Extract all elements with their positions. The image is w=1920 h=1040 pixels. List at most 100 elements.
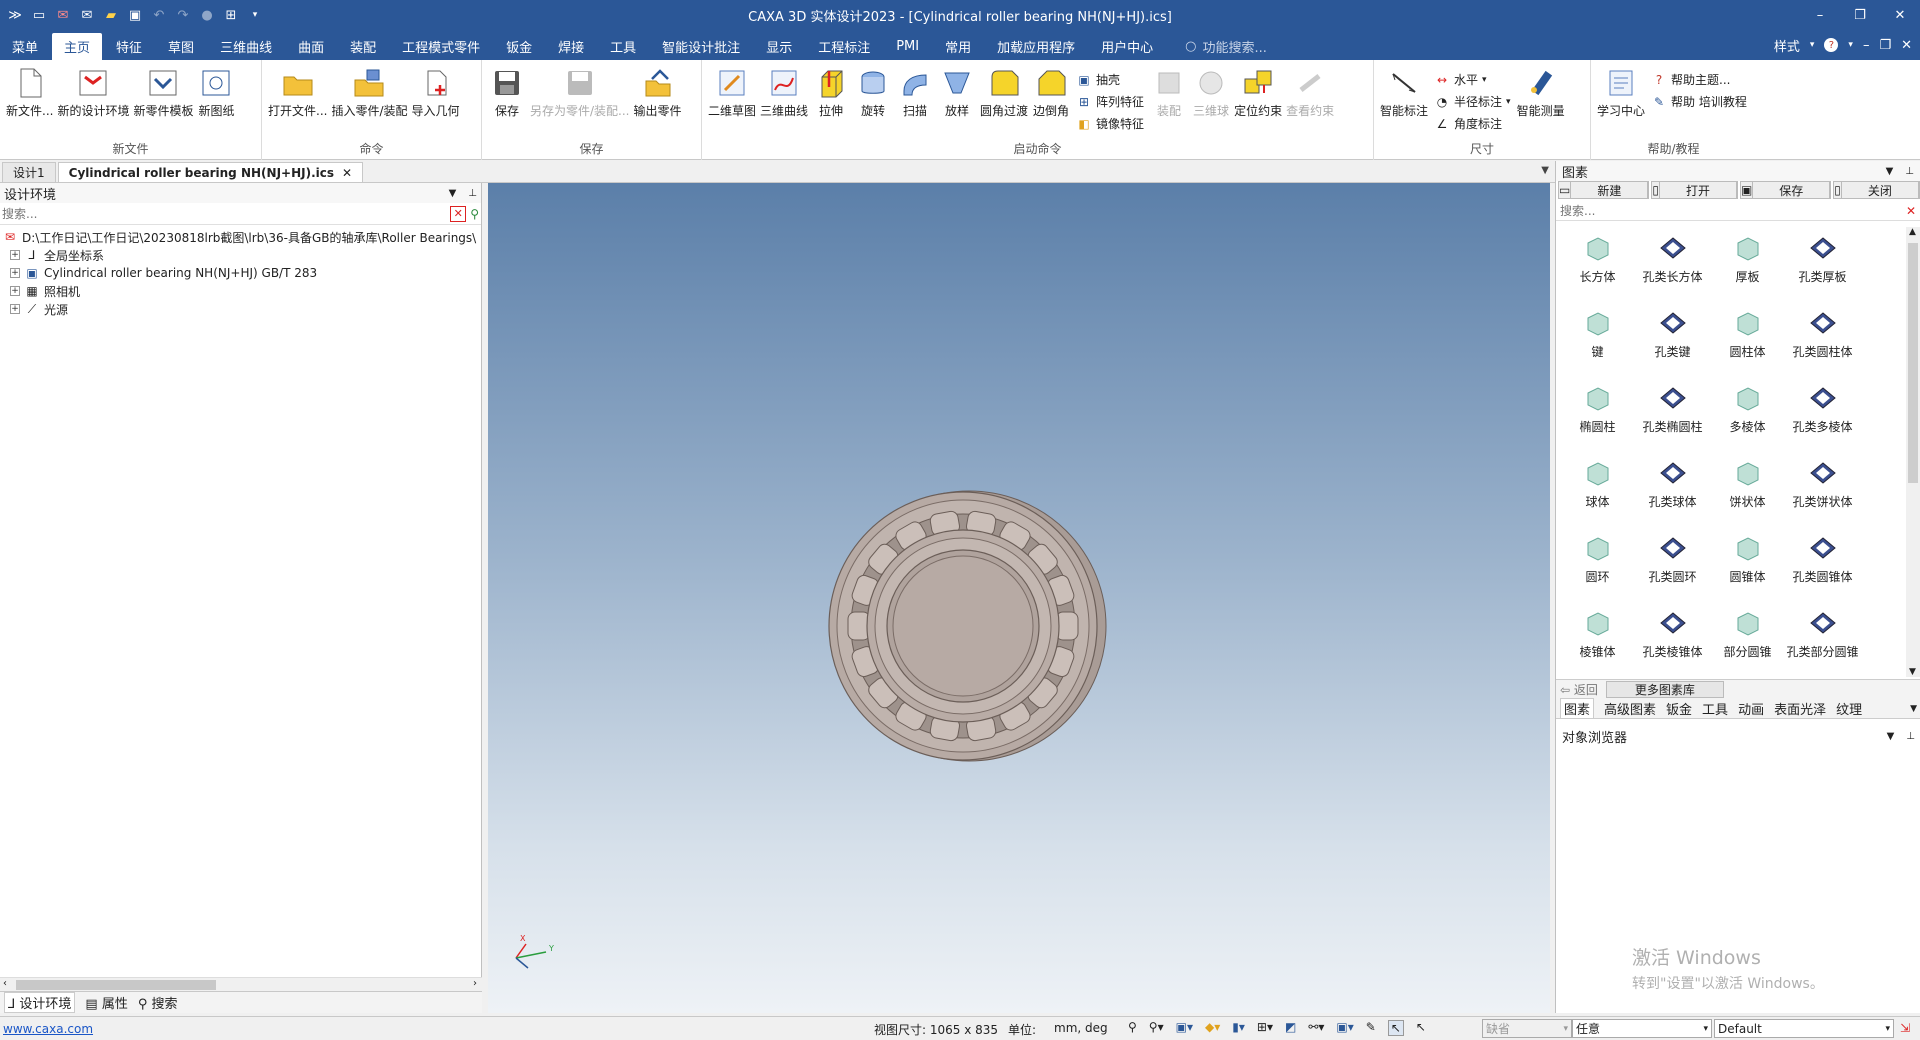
save-icon[interactable]: ▣ bbox=[126, 6, 144, 24]
panel-dropdown-icon[interactable]: ▼ bbox=[1886, 166, 1894, 177]
scroll-up-icon[interactable]: ▲ bbox=[1909, 227, 1916, 237]
save-button[interactable]: 保存 bbox=[488, 66, 526, 119]
revolve-button[interactable]: 旋转 bbox=[854, 66, 892, 119]
fillet-button[interactable]: 圆角过渡 bbox=[980, 66, 1028, 119]
tab-welding[interactable]: 焊接 bbox=[546, 32, 596, 60]
shape-item[interactable]: 棱锥体 bbox=[1560, 602, 1635, 677]
measure-tool-icon[interactable]: ✎ bbox=[1366, 1020, 1376, 1036]
shape-item[interactable]: 椭圆柱 bbox=[1560, 377, 1635, 452]
pointer-icon[interactable]: ↖ bbox=[1416, 1020, 1426, 1036]
shape-item[interactable]: 孔类多棱体 bbox=[1785, 377, 1860, 452]
training-tutorial-button[interactable]: ✎ 帮助 培训教程 bbox=[1651, 92, 1747, 111]
shape-item[interactable]: 孔类椭圆柱 bbox=[1635, 377, 1710, 452]
tab-tools[interactable]: 工具 bbox=[598, 32, 648, 60]
shape-item[interactable]: 孔类圆柱体 bbox=[1785, 302, 1860, 377]
shape-grid-scrollbar[interactable]: ▲ ▼ bbox=[1906, 227, 1920, 677]
extrude-button[interactable]: 拉伸 bbox=[812, 66, 850, 119]
shape-item[interactable]: 孔类部分圆锥 bbox=[1785, 602, 1860, 677]
restore-icon[interactable]: ❐ bbox=[1840, 0, 1880, 30]
new-part-template-button[interactable]: 新零件模板 bbox=[133, 66, 193, 119]
scroll-thumb[interactable] bbox=[1908, 243, 1918, 483]
tab-user-center[interactable]: 用户中心 bbox=[1089, 32, 1165, 60]
tab-engineering-dim[interactable]: 工程标注 bbox=[806, 32, 882, 60]
dropdown-icon[interactable]: ▾ bbox=[246, 6, 264, 24]
shape-item[interactable]: 孔类长方体 bbox=[1635, 227, 1710, 302]
redo-icon[interactable]: ↷ bbox=[174, 6, 192, 24]
tab-3d-curve[interactable]: 三维曲线 bbox=[208, 32, 284, 60]
shape-item[interactable]: 多棱体 bbox=[1710, 377, 1785, 452]
cat-tab-advanced[interactable]: 高级图素 bbox=[1604, 699, 1656, 718]
help-dropdown-icon[interactable]: ▾ bbox=[1848, 40, 1853, 50]
tab-display[interactable]: 显示 bbox=[754, 32, 804, 60]
chamfer-button[interactable]: 边倒角 bbox=[1032, 66, 1070, 119]
orient-icon[interactable]: ◩ bbox=[1285, 1020, 1296, 1036]
import-geometry-button[interactable]: 导入几何 bbox=[412, 66, 460, 119]
shape-item[interactable]: 孔类键 bbox=[1635, 302, 1710, 377]
minimize-icon[interactable]: – bbox=[1800, 0, 1840, 30]
help-topics-button[interactable]: ? 帮助主题... bbox=[1651, 70, 1747, 89]
open-red-icon[interactable]: ✉ bbox=[54, 6, 72, 24]
shell-button[interactable]: ▣ 抽壳 bbox=[1076, 70, 1144, 89]
style-dropdown[interactable]: Default ▾ bbox=[1714, 1019, 1894, 1038]
view-cube-icon[interactable]: ▣▾ bbox=[1176, 1020, 1193, 1036]
new-drawing-button[interactable]: 新图纸 bbox=[197, 66, 235, 119]
shape-item[interactable]: 长方体 bbox=[1560, 227, 1635, 302]
angle-dim-button[interactable]: ∠ 角度标注 bbox=[1434, 114, 1511, 133]
position-constraint-button[interactable]: 定位约束 bbox=[1234, 66, 1282, 119]
circle-icon[interactable]: ● bbox=[198, 6, 216, 24]
library-new-button[interactable]: ▭ 新建 bbox=[1558, 181, 1650, 199]
link-icon[interactable]: ⚯▾ bbox=[1308, 1020, 1324, 1036]
cat-tab-surface-gloss[interactable]: 表面光泽 bbox=[1774, 699, 1826, 718]
cat-tab-tools[interactable]: 工具 bbox=[1702, 699, 1728, 718]
grid-icon[interactable]: ⊞ bbox=[222, 6, 240, 24]
help-icon[interactable]: ? bbox=[1824, 38, 1839, 52]
save-as-part-button[interactable]: 另存为零件/装配... bbox=[530, 66, 630, 119]
scroll-right-icon[interactable]: › bbox=[473, 978, 477, 989]
doc-minimize-icon[interactable]: – bbox=[1863, 38, 1870, 53]
shape-item[interactable]: 圆锥体 bbox=[1710, 527, 1785, 602]
tab-home[interactable]: 主页 bbox=[52, 33, 103, 60]
library-save-button[interactable]: ▣ 保存 bbox=[1739, 181, 1832, 199]
more-libraries-button[interactable]: 更多图素库 bbox=[1605, 681, 1724, 698]
status-extra-icon[interactable]: ⇲ bbox=[1900, 1021, 1910, 1035]
new-icon[interactable]: ▭ bbox=[30, 6, 48, 24]
shape-item[interactable]: 孔类棱锥体 bbox=[1635, 602, 1710, 677]
close-icon[interactable]: ✕ bbox=[1880, 0, 1920, 30]
tab-design-env[interactable]: ⅃ 设计环境 bbox=[4, 992, 76, 1013]
back-button[interactable]: ⇦ 返回 bbox=[1560, 681, 1598, 698]
tab-engineering-part[interactable]: 工程模式零件 bbox=[390, 32, 492, 60]
tab-search[interactable]: ⚲ 搜索 bbox=[138, 993, 178, 1012]
learning-center-button[interactable]: 学习中心 bbox=[1597, 66, 1645, 119]
smart-measure-button[interactable]: 智能测量 bbox=[1517, 66, 1565, 119]
cat-tab-shapes[interactable]: 图素 bbox=[1560, 698, 1595, 719]
doc-restore-icon[interactable]: ❐ bbox=[1879, 38, 1891, 53]
scroll-left-icon[interactable]: ‹ bbox=[3, 978, 7, 989]
horizontal-dim-button[interactable]: ↔ 水平 ▾ bbox=[1434, 70, 1511, 89]
3d-ball-button[interactable]: 三维球 bbox=[1192, 66, 1230, 119]
new-design-env-button[interactable]: 新的设计环境 bbox=[57, 66, 129, 119]
3d-viewport[interactable]: X Y bbox=[488, 183, 1550, 1013]
scroll-down-icon[interactable]: ▼ bbox=[1909, 667, 1916, 677]
cat-tab-sheet-metal[interactable]: 钣金 bbox=[1666, 699, 1692, 718]
shape-item[interactable]: 饼状体 bbox=[1710, 452, 1785, 527]
tree-item-camera[interactable]: + ▦ 照相机 bbox=[2, 282, 479, 300]
filter-icon[interactable]: ⚲ bbox=[470, 207, 479, 221]
render-mode-icon[interactable]: ◆▾ bbox=[1205, 1020, 1220, 1036]
new-file-button[interactable]: 新文件... bbox=[6, 66, 53, 119]
function-search[interactable]: ○ 功能搜索... bbox=[1185, 32, 1267, 60]
tab-assembly[interactable]: 装配 bbox=[338, 32, 388, 60]
shape-item[interactable]: 部分圆锥 bbox=[1710, 602, 1785, 677]
filter-dropdown[interactable]: 任意 ▾ bbox=[1572, 1019, 1712, 1038]
display-mode-icon[interactable]: ▮▾ bbox=[1232, 1020, 1245, 1036]
bearing-model[interactable] bbox=[828, 490, 1107, 762]
loft-button[interactable]: 放样 bbox=[938, 66, 976, 119]
tab-pmi[interactable]: PMI bbox=[884, 32, 931, 60]
select-arrow-icon[interactable]: ↖ bbox=[1387, 1020, 1404, 1036]
shape-item[interactable]: 孔类圆锥体 bbox=[1785, 527, 1860, 602]
pin-icon[interactable]: ⊥ bbox=[1906, 731, 1915, 742]
folder-icon[interactable]: ▰ bbox=[102, 6, 120, 24]
tab-design1[interactable]: 设计1 bbox=[2, 162, 56, 182]
shape-item[interactable]: 球体 bbox=[1560, 452, 1635, 527]
shape-item[interactable]: 孔类球体 bbox=[1635, 452, 1710, 527]
tab-menu[interactable]: 菜单 bbox=[0, 32, 50, 60]
